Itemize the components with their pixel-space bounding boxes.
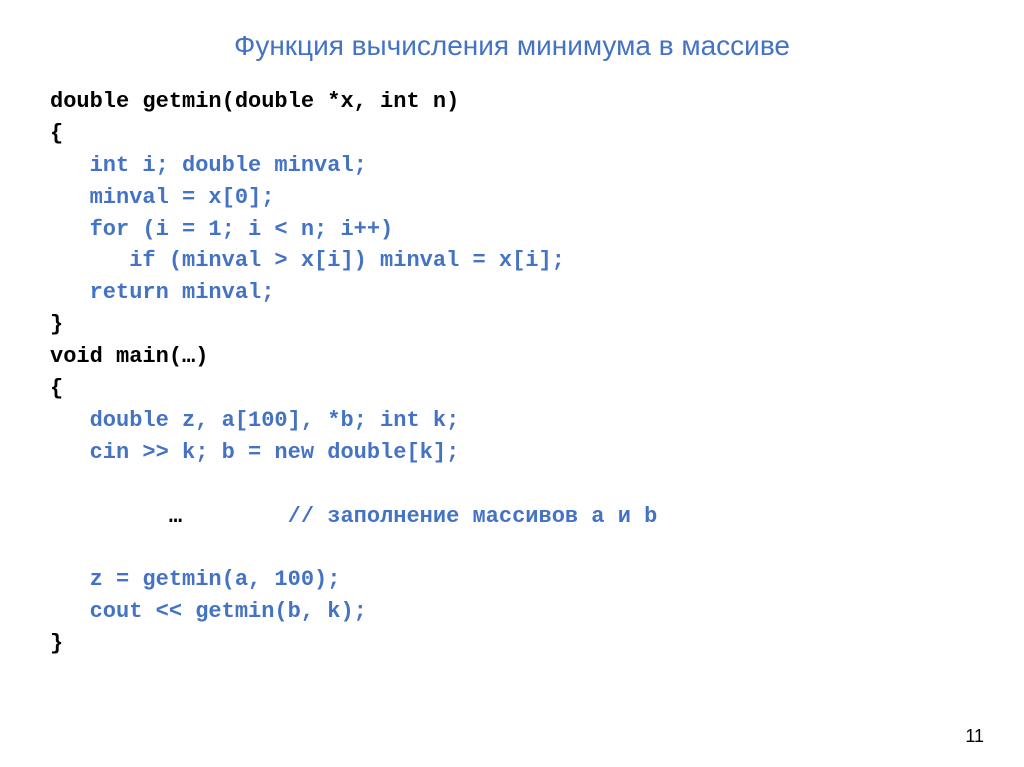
code-line-16: } — [50, 628, 974, 660]
code-line-4: minval = x[0]; — [50, 182, 974, 214]
slide: Функция вычисления минимума в массиве do… — [0, 0, 1024, 767]
code-line-7: return minval; — [50, 277, 974, 309]
code-block: double getmin(double *x, int n) { int i;… — [50, 86, 974, 660]
page-number: 11 — [965, 726, 984, 747]
code-line-8: } — [50, 309, 974, 341]
code-line-13-comment: // заполнение массивов a и b — [182, 504, 657, 529]
code-line-13: … // заполнение массивов a и b — [50, 469, 974, 565]
code-line-1: double getmin(double *x, int n) — [50, 86, 974, 118]
code-line-6: if (minval > x[i]) minval = x[i]; — [50, 245, 974, 277]
code-line-3: int i; double minval; — [50, 150, 974, 182]
code-line-2: { — [50, 118, 974, 150]
code-line-13-ellipsis: … — [129, 504, 182, 529]
code-line-10: { — [50, 373, 974, 405]
slide-title: Функция вычисления минимума в массиве — [50, 30, 974, 62]
code-line-5: for (i = 1; i < n; i++) — [50, 214, 974, 246]
code-line-11: double z, a[100], *b; int k; — [50, 405, 974, 437]
code-line-14: z = getmin(a, 100); — [50, 564, 974, 596]
code-line-15: cout << getmin(b, k); — [50, 596, 974, 628]
code-line-9: void main(…) — [50, 341, 974, 373]
code-line-12: cin >> k; b = new double[k]; — [50, 437, 974, 469]
